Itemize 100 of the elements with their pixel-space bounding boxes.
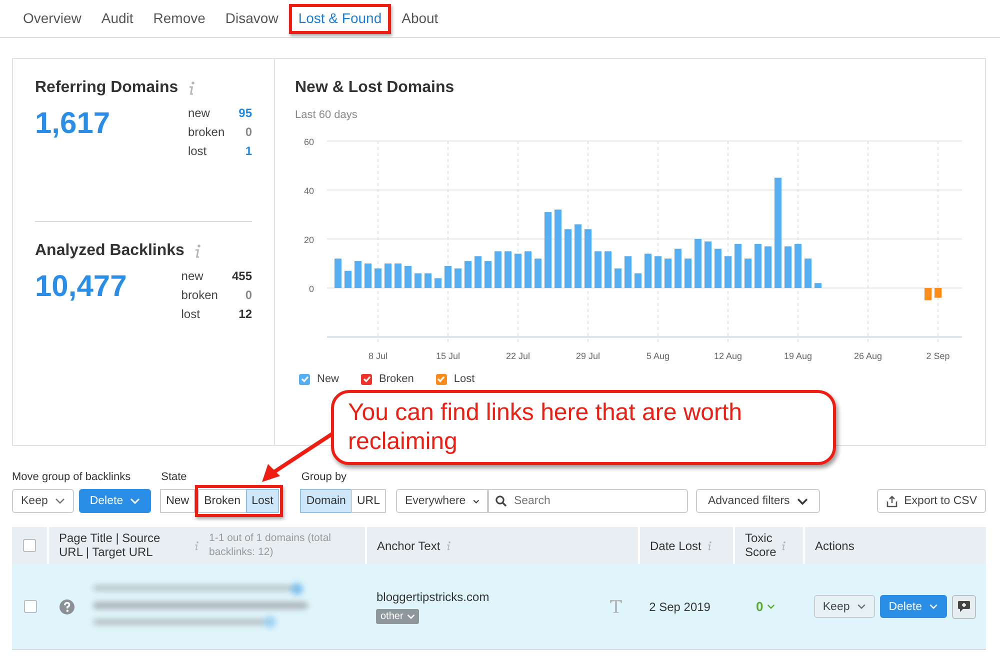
comment-icon (956, 600, 971, 613)
legend-label: Broken (379, 373, 414, 385)
group-toggle[interactable]: Domain (300, 489, 352, 513)
stat-value: 95 (238, 106, 252, 120)
legend-checkbox[interactable] (436, 374, 447, 384)
chart-bar (804, 258, 812, 288)
chart-bar (784, 246, 792, 288)
chevron-icon (928, 604, 938, 609)
axis-label: 19 Aug (784, 351, 812, 361)
chart-bar (764, 246, 772, 288)
control-label: Group by (301, 471, 348, 483)
chart-subtitle: Last 60 days (295, 109, 358, 121)
tab[interactable]: Overview (22, 8, 82, 28)
axis-label: 20 (304, 235, 314, 245)
stat-label: broken (188, 125, 225, 139)
chart-bar (394, 264, 402, 288)
chart-bar (514, 254, 522, 288)
info-icon[interactable] (707, 540, 712, 550)
chart-bar (344, 270, 352, 288)
chart-bar (744, 258, 752, 288)
checkbox[interactable] (23, 539, 36, 552)
tab[interactable]: About (400, 8, 440, 28)
chart-bar (564, 229, 572, 288)
control-label: Move group of backlinks (12, 471, 132, 483)
search-icon (494, 495, 507, 507)
chevron-icon (407, 614, 416, 618)
keep-dropdown[interactable]: Keep (814, 595, 875, 618)
chart-bar (524, 251, 532, 288)
axis-label: 0 (308, 284, 314, 294)
chevron-icon (767, 604, 776, 609)
chart-bar (684, 258, 692, 288)
column-header[interactable]: Anchor Text (377, 538, 440, 552)
column-header[interactable]: Toxic Score (745, 532, 781, 559)
comment-button[interactable] (952, 594, 976, 618)
chart-bar (814, 283, 822, 288)
chart-bar (414, 273, 422, 288)
chart-bar (494, 251, 502, 288)
axis-label: 29 Jul (576, 351, 600, 361)
stat-value: 1 (244, 144, 252, 158)
chart-bar (794, 244, 802, 288)
chart-bar (584, 229, 592, 288)
export-button[interactable]: Export to CSV (877, 489, 986, 513)
keep-dropdown[interactable]: Keep (12, 489, 74, 513)
info-icon[interactable] (194, 244, 202, 258)
info-icon[interactable] (188, 80, 196, 96)
chart-bar (434, 278, 442, 288)
chart-bar (694, 239, 702, 288)
info-icon[interactable] (446, 540, 452, 550)
chart-bar (654, 256, 662, 288)
stat-label: new (181, 269, 204, 283)
legend-label: Lost (454, 373, 475, 385)
chart-bar (534, 258, 542, 288)
tab[interactable]: Disavow (224, 8, 280, 28)
axis-label: 22 Jul (506, 351, 530, 361)
chart-title: New & Lost Domains (295, 79, 456, 97)
tab[interactable]: Audit (100, 8, 134, 28)
scope-dropdown[interactable]: Everywhere (396, 489, 488, 513)
chart-bar (724, 256, 732, 288)
info-icon[interactable] (194, 540, 199, 550)
state-toggle[interactable]: New (160, 489, 196, 513)
tab[interactable]: Lost & Found (297, 8, 383, 28)
advanced-filters-dropdown[interactable]: Advanced filters (696, 489, 820, 513)
summary-title: Referring Domains (35, 79, 178, 97)
column-header[interactable]: Date Lost (650, 538, 702, 552)
chart-bar (664, 258, 672, 288)
axis-label: 15 Jul (436, 351, 460, 361)
axis-label: 8 Jul (368, 351, 388, 361)
chart-bar (674, 248, 682, 288)
summary-total: 10,477 (35, 270, 127, 305)
search-field[interactable]: Search (488, 489, 688, 513)
tab[interactable]: Remove (152, 8, 206, 28)
stat-label: lost (181, 307, 201, 321)
checkbox[interactable] (24, 600, 37, 613)
chart-bar (594, 251, 602, 288)
stat-value: 0 (244, 125, 252, 139)
date-lost: 2 Sep 2019 (649, 600, 710, 614)
stat-value: 0 (244, 288, 252, 302)
axis-label: 5 Aug (646, 351, 670, 361)
chart-bar (424, 273, 432, 288)
column-header[interactable]: Actions (815, 538, 854, 552)
legend-checkbox[interactable] (361, 374, 372, 384)
state-toggle[interactable]: Lost (246, 489, 280, 513)
chart-bar (624, 256, 632, 288)
info-icon[interactable] (781, 540, 786, 550)
chart-bar (454, 268, 462, 288)
state-toggle[interactable]: Broken (198, 489, 247, 513)
text-type-icon (609, 599, 624, 614)
group-toggle[interactable]: URL (350, 489, 386, 513)
chart-bar (934, 288, 942, 298)
chart-bar (364, 264, 372, 288)
stat-value: 455 (232, 269, 252, 283)
chevron-icon (796, 498, 808, 504)
column-header[interactable]: Page Title | Source URL | Target URL (59, 532, 184, 559)
legend-checkbox[interactable] (299, 374, 310, 384)
results-count: 1-1 out of 1 domains (total backlinks: 12) (209, 532, 332, 560)
chart-bar (484, 261, 492, 288)
chart-bar (354, 261, 362, 288)
help-icon (58, 598, 75, 614)
axis-label: 40 (304, 186, 314, 196)
chart-bar (754, 244, 762, 288)
